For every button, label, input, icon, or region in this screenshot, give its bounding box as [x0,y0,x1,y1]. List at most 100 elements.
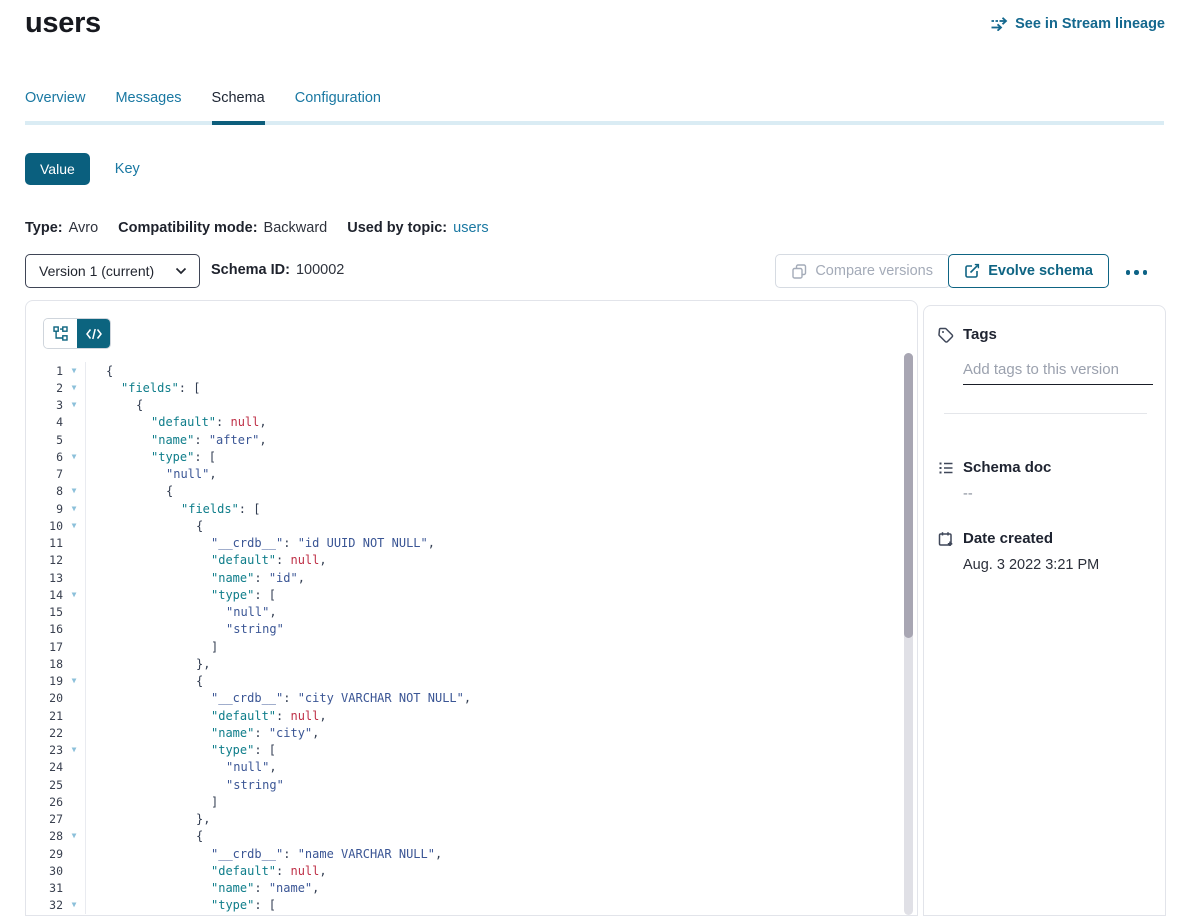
tab-schema[interactable]: Schema [212,90,265,121]
line-number: 25 [26,778,63,792]
code-editor[interactable]: 1▼{2▼"fields": [3▼{4"default": null,5"na… [26,362,917,914]
chevron-down-icon [175,267,187,275]
fold-toggle-icon[interactable]: ▼ [63,384,85,392]
tree-view-toggle[interactable] [44,319,77,348]
code-line: 22 "name": "city", [26,724,917,741]
code-line: 21"default": null, [26,707,917,724]
code-line: 10▼{ [26,517,917,534]
compare-versions-button[interactable]: Compare versions [775,254,950,288]
scrollbar-thumb[interactable] [904,353,913,638]
line-number: 28 [26,829,63,843]
fold-toggle-icon[interactable]: ▼ [63,832,85,840]
ellipsis-dot [1134,270,1139,275]
value-key-toggle: Value Key [25,153,140,185]
date-created-value: Aug. 3 2022 3:21 PM [963,557,1151,573]
fold-toggle-icon[interactable]: ▼ [63,487,85,495]
code-line: 29 "__crdb__": "name VARCHAR NULL", [26,845,917,862]
fold-toggle-icon[interactable]: ▼ [63,901,85,909]
code-text: "null", [86,467,217,481]
code-text: { [86,364,113,378]
version-bar: Version 1 (current) Schema ID: 100002 Co… [25,254,1165,288]
schema-id-value: 100002 [296,262,344,278]
line-number: 2 [26,381,63,395]
line-number: 26 [26,795,63,809]
code-line: 1▼{ [26,362,917,379]
schema-doc-title: Schema doc [963,459,1051,476]
tab-configuration[interactable]: Configuration [295,90,381,121]
line-number: 10 [26,519,63,533]
code-text: { [86,398,143,412]
code-line: 20"__crdb__": "city VARCHAR NOT NULL", [26,690,917,707]
line-number: 30 [26,864,63,878]
code-text: "default": null, [86,864,327,878]
meta-topic-link[interactable]: users [453,220,488,236]
code-text: "string" [86,622,284,636]
schema-page: users See in Stream lineage Overview Mes… [0,0,1189,916]
code-line: 30 "default": null, [26,862,917,879]
line-number: 19 [26,674,63,688]
code-text: "type": [ [86,743,276,757]
code-line: 11"__crdb__": "id UUID NOT NULL", [26,535,917,552]
view-mode-toggle [43,318,111,349]
vertical-scrollbar[interactable] [904,353,913,915]
meta-compatibility-label: Compatibility mode: [118,220,257,236]
line-number: 14 [26,588,63,602]
stream-lineage-icon [991,17,1008,31]
line-number: 31 [26,881,63,895]
schema-doc-section-header: Schema doc [938,459,1151,476]
list-icon [938,460,954,476]
tags-title: Tags [963,326,997,343]
key-tab-link[interactable]: Key [115,161,140,177]
schema-id-label: Schema ID: [211,262,290,278]
line-number: 20 [26,691,63,705]
line-number: 9 [26,502,63,516]
meta-compatibility-mode: Compatibility mode: Backward [118,220,327,236]
code-line: 13"name": "id", [26,569,917,586]
code-line: 5"name": "after", [26,431,917,448]
evolve-schema-button[interactable]: Evolve schema [948,254,1109,288]
fold-toggle-icon[interactable]: ▼ [63,746,85,754]
fold-toggle-icon[interactable]: ▼ [63,505,85,513]
tab-overview[interactable]: Overview [25,90,85,121]
code-text: "name": "city", [86,726,319,740]
see-in-stream-lineage-link[interactable]: See in Stream lineage [991,16,1165,32]
add-tags-input[interactable] [963,359,1153,385]
fold-toggle-icon[interactable]: ▼ [63,367,85,375]
code-text: }, [86,657,210,671]
compare-icon [792,264,807,279]
code-view-toggle[interactable] [77,319,110,348]
evolve-schema-label: Evolve schema [988,263,1093,279]
fold-toggle-icon[interactable]: ▼ [63,453,85,461]
value-tab-button[interactable]: Value [25,153,90,185]
line-number: 24 [26,760,63,774]
code-text: { [86,829,203,843]
code-line: 27}, [26,811,917,828]
code-line: 31"name": "name", [26,880,917,897]
tab-underline-track [25,121,1164,125]
code-line: 25"string" [26,776,917,793]
line-number: 22 [26,726,63,740]
line-number: 5 [26,433,63,447]
fold-toggle-icon[interactable]: ▼ [63,401,85,409]
code-line: 19▼{ [26,673,917,690]
code-text: "default": null, [86,553,327,567]
code-line: 7"null", [26,466,917,483]
code-toolbar [26,301,917,349]
more-options-button[interactable] [1122,266,1152,279]
tags-section-header: Tags [938,326,1151,343]
fold-toggle-icon[interactable]: ▼ [63,677,85,685]
tab-messages[interactable]: Messages [115,90,181,121]
tab-bar: Overview Messages Schema Configuration [25,90,1164,125]
line-number: 11 [26,536,63,550]
schema-id: Schema ID: 100002 [211,262,344,278]
line-number: 29 [26,847,63,861]
code-text: "type": [ [86,898,276,912]
fold-toggle-icon[interactable]: ▼ [63,522,85,530]
line-number: 23 [26,743,63,757]
version-select-value: Version 1 (current) [39,263,154,279]
code-line: 32▼"type": [ [26,897,917,914]
tag-icon [938,327,954,343]
fold-toggle-icon[interactable]: ▼ [63,591,85,599]
code-text: "__crdb__": "name VARCHAR NULL", [86,847,442,861]
version-select[interactable]: Version 1 (current) [25,254,200,288]
